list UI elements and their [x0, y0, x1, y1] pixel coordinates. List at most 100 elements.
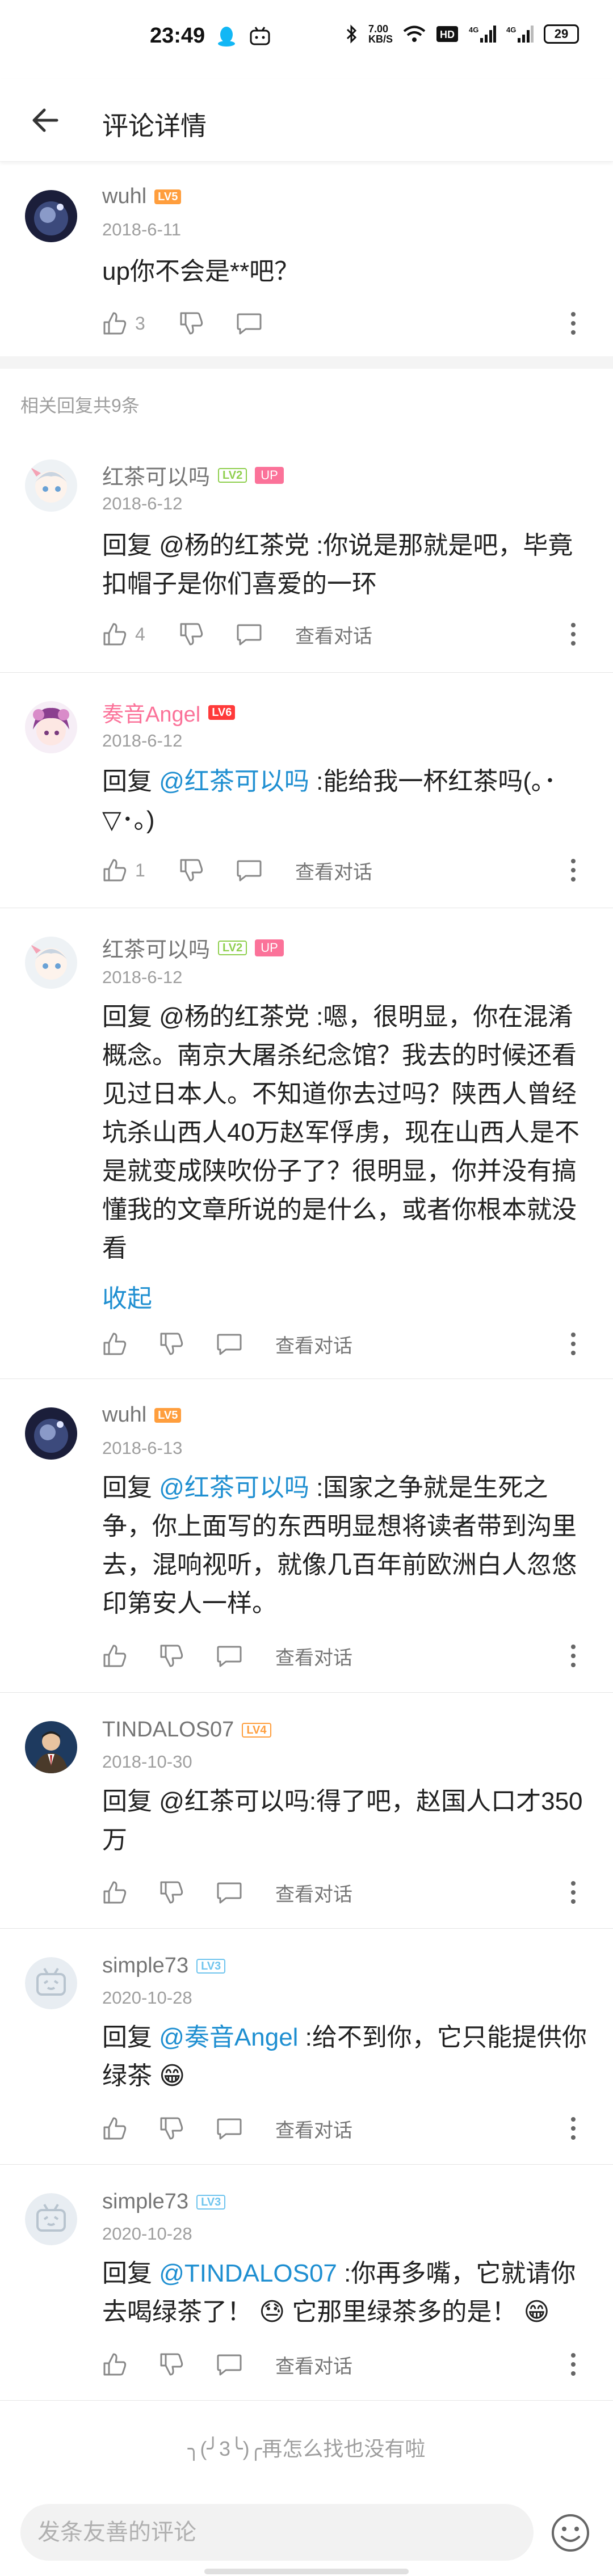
comment-username[interactable]: 红茶可以吗 LV2 UP	[102, 932, 284, 963]
username-text[interactable]: 奏音Angel	[102, 697, 200, 728]
thumbs-up-icon[interactable]	[102, 1331, 127, 1356]
up-badge: UP	[255, 466, 284, 484]
thumbs-up-icon[interactable]	[102, 1880, 127, 1905]
reply-bubble-icon[interactable]	[216, 1643, 243, 1668]
avatar[interactable]	[25, 1957, 77, 2009]
comment-date: 2020-10-28	[102, 2224, 192, 2244]
page-title: 评论详情	[102, 111, 207, 141]
like-button[interactable]: 1	[102, 858, 145, 883]
avatar[interactable]	[25, 2193, 77, 2245]
view-conversation-link[interactable]: 查看对话	[295, 621, 372, 648]
home-indicator[interactable]	[204, 2569, 409, 2574]
view-conversation-link[interactable]: 查看对话	[275, 2351, 352, 2379]
more-options-icon[interactable]	[568, 310, 579, 337]
hd-icon: HD	[436, 26, 458, 42]
avatar[interactable]	[25, 701, 77, 753]
view-conversation-link[interactable]: 查看对话	[275, 1642, 352, 1670]
mention-link[interactable]: @TINDALOS07	[159, 2259, 337, 2287]
view-conversation-link[interactable]: 查看对话	[275, 1879, 352, 1907]
username-text[interactable]: simple73	[102, 1954, 188, 1978]
username-text[interactable]: 红茶可以吗	[102, 932, 210, 963]
like-button[interactable]: 4	[102, 622, 145, 647]
reply-bubble-icon[interactable]	[216, 2116, 243, 2141]
like-count: 3	[135, 313, 145, 334]
reply-bubble-icon[interactable]	[236, 858, 263, 883]
network-speed: 7.00 KB/S	[368, 23, 393, 45]
comment-username[interactable]: simple73 LV3	[102, 2190, 226, 2214]
more-options-icon[interactable]	[568, 857, 579, 884]
view-conversation-link[interactable]: 查看对话	[275, 1330, 352, 1358]
mention-link[interactable]: @红茶可以吗	[159, 768, 309, 795]
thumbs-up-icon[interactable]	[102, 2352, 127, 2377]
comment-date: 2018-6-12	[102, 494, 183, 513]
qq-icon	[218, 27, 235, 47]
view-conversation-link[interactable]: 查看对话	[275, 2115, 352, 2143]
comment-username[interactable]: 红茶可以吗 LV2 UP	[102, 459, 284, 491]
bilibili-icon	[250, 27, 270, 45]
level-badge: LV3	[196, 1958, 226, 1974]
thumbs-down-icon[interactable]	[179, 622, 204, 647]
more-options-icon[interactable]	[568, 1642, 579, 1669]
reply-bubble-icon[interactable]	[216, 1880, 243, 1905]
comment-username[interactable]: 奏音Angel LV6	[102, 697, 236, 728]
more-options-icon[interactable]	[568, 2115, 579, 2142]
thumbs-down-icon[interactable]	[159, 1643, 184, 1668]
default-avatar-icon	[25, 2193, 77, 2245]
avatar-image	[25, 1721, 77, 1773]
username-text[interactable]: wuhl	[102, 1403, 146, 1427]
more-options-icon[interactable]	[568, 1879, 579, 1906]
comment-username[interactable]: simple73 LV3	[102, 1954, 226, 1978]
thumbs-down-icon[interactable]	[159, 1331, 184, 1356]
comment-text: 回复 @TINDALOS07 :你再多嘴，它就请你去喝绿茶了！ 😓 它那里绿茶多…	[102, 2254, 590, 2332]
thumbs-down-icon[interactable]	[159, 2116, 184, 2141]
more-options-icon[interactable]	[568, 2351, 579, 2378]
avatar-image	[25, 937, 77, 989]
reply-bubble-icon[interactable]	[216, 2352, 243, 2377]
username-text[interactable]: 红茶可以吗	[102, 459, 210, 491]
avatar[interactable]	[25, 1721, 77, 1773]
thumbs-up-icon[interactable]	[102, 2116, 127, 2141]
more-options-icon[interactable]	[568, 621, 579, 648]
comment-actions: 查看对话	[102, 1639, 602, 1673]
comment-text: 回复 @杨的红茶党 :嗯，很明显，你在混淆概念。南京大屠杀纪念馆？我去的时候还看…	[102, 1003, 580, 1262]
reply-prefix: 回复	[102, 1474, 159, 1502]
thumbs-down-icon[interactable]	[159, 1880, 184, 1905]
collapse-link[interactable]: 收起	[102, 1278, 152, 1314]
username-text[interactable]: TINDALOS07	[102, 1718, 234, 1742]
like-button[interactable]: 3	[102, 311, 145, 336]
reply-bubble-icon[interactable]	[236, 311, 263, 336]
username-text[interactable]: wuhl	[102, 184, 146, 209]
avatar[interactable]	[25, 1407, 77, 1460]
back-arrow-icon[interactable]	[28, 103, 62, 137]
comment-username[interactable]: wuhl LV5	[102, 1403, 182, 1427]
thumbs-up-icon[interactable]	[102, 1643, 127, 1668]
mention-link[interactable]: @奏音Angel	[159, 2023, 298, 2051]
comment-username[interactable]: wuhl LV5	[102, 184, 182, 209]
thumbs-down-icon[interactable]	[159, 2352, 184, 2377]
avatar[interactable]	[25, 459, 77, 512]
avatar[interactable]	[25, 190, 77, 242]
comment-actions: 查看对话	[102, 2111, 602, 2145]
username-text[interactable]: simple73	[102, 2190, 188, 2214]
more-options-icon[interactable]	[568, 1330, 579, 1357]
emoji-icon[interactable]	[551, 2513, 590, 2553]
level-badge: LV5	[154, 1407, 182, 1423]
level-badge: LV6	[208, 705, 236, 720]
reply-bubble-icon[interactable]	[236, 622, 263, 647]
thumbs-down-icon[interactable]	[179, 311, 204, 336]
mention-link[interactable]: @红茶可以吗	[159, 1474, 309, 1502]
thumbs-down-icon[interactable]	[179, 858, 204, 883]
comment-date: 2018-6-12	[102, 967, 183, 987]
signal-4g-icon-2: 4G	[506, 26, 534, 43]
view-conversation-link[interactable]: 查看对话	[295, 857, 372, 884]
comment-username[interactable]: TINDALOS07 LV4	[102, 1718, 271, 1742]
reply-item: 红茶可以吗 LV2 UP 2018-6-12 回复 @杨的红茶党 :嗯，很明显，…	[0, 908, 613, 1379]
reply-bubble-icon[interactable]	[216, 1331, 243, 1356]
comment-date: 2018-6-12	[102, 731, 183, 751]
avatar[interactable]	[25, 937, 77, 989]
comment-input[interactable]: 发条友善的评论	[20, 2504, 534, 2561]
level-badge: LV2	[218, 940, 247, 955]
thumbs-up-icon	[103, 623, 127, 646]
like-count: 1	[135, 859, 145, 880]
comment-input-bar: 发条友善的评论	[0, 2490, 613, 2576]
